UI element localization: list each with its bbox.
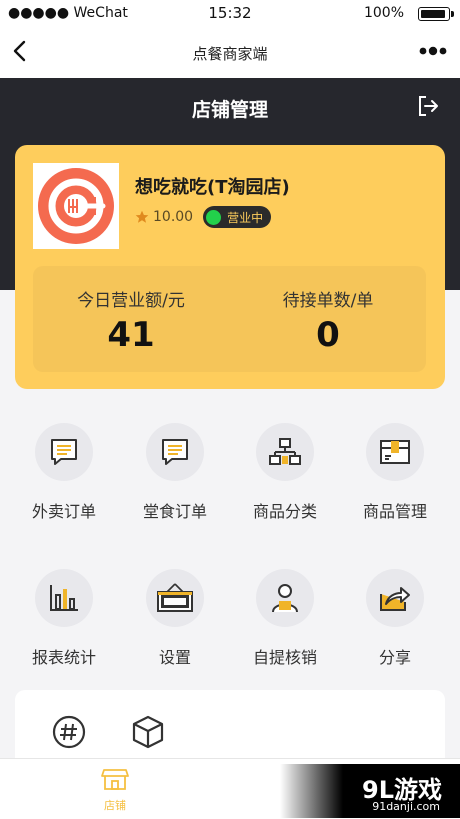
page-title: 店铺管理 [191,99,268,121]
store-rating: 10.00 [153,209,194,225]
menu-item-label: 商品管理 [362,502,427,521]
stats-box: 今日营业额/元 41 待接单数/单 0 [33,266,426,372]
menu-item-product-management[interactable]: 商品管理 [340,423,450,522]
pending-orders-label: 待接单数/单 [282,291,374,311]
dine-in-order-icon [146,423,204,481]
shop-icon [101,769,129,790]
store-name: 想吃就吃(T淘园店) [135,177,290,198]
status-bar: ●●●●● WeChat 15:32 100% [0,0,460,26]
menu-item-reports[interactable]: 报表统计 [9,569,119,668]
status-badge-label: 营业中 [227,210,264,225]
status-badge: 营业中 [203,206,272,228]
tab-shop-label: 店铺 [104,799,126,812]
rating-row: 10.00 营业中 [135,206,272,228]
menu-item-dine-in-orders[interactable]: 堂食订单 [120,423,230,522]
box-icon[interactable] [130,714,166,750]
pending-orders-stat[interactable]: 待接单数/单 0 [238,286,418,355]
product-manage-icon [366,423,424,481]
battery-percentage: 100% [363,5,404,21]
nav-title: 点餐商家端 [192,45,268,63]
report-chart-icon [35,569,93,627]
revenue-value: 41 [107,315,155,355]
pickup-verify-icon [256,569,314,627]
menu-item-label: 自提核销 [252,648,317,667]
logout-icon[interactable] [416,94,440,118]
more-options-icon[interactable] [418,40,448,62]
share-icon [366,569,424,627]
star-icon [135,210,149,223]
revenue-stat[interactable]: 今日营业额/元 41 [41,286,221,355]
tab-shop[interactable]: 店铺 [85,767,145,813]
menu-item-label: 外卖订单 [31,502,96,521]
menu-item-label: 报表统计 [31,648,96,667]
watermark: 9L游戏 91danji.com [280,764,460,818]
menu-item-label: 商品分类 [252,502,317,521]
menu-item-label: 分享 [378,648,411,667]
nav-bar: 点餐商家端 [0,26,460,78]
menu-item-share[interactable]: 分享 [340,569,450,668]
open-sign-icon [146,569,204,627]
category-icon [256,423,314,481]
store-card: 想吃就吃(T淘园店) 10.00 营业中 今日营业额/元 41 待接单数/单 0 [15,145,445,389]
revenue-label: 今日营业额/元 [77,291,185,311]
menu-item-label: 堂食订单 [142,502,207,521]
menu-item-pickup-verification[interactable]: 自提核销 [230,569,340,668]
menu-item-label: 设置 [158,648,191,667]
takeout-order-icon [35,423,93,481]
menu-item-settings[interactable]: 设置 [120,569,230,668]
battery-icon [418,7,454,21]
store-logo [33,163,119,249]
watermark-url: 91danji.com [372,800,440,813]
open-status-dot [206,209,222,225]
menu-item-takeout-orders[interactable]: 外卖订单 [9,423,119,522]
hash-icon[interactable] [51,714,87,750]
pending-orders-value: 0 [316,315,340,355]
menu-item-product-categories[interactable]: 商品分类 [230,423,340,522]
